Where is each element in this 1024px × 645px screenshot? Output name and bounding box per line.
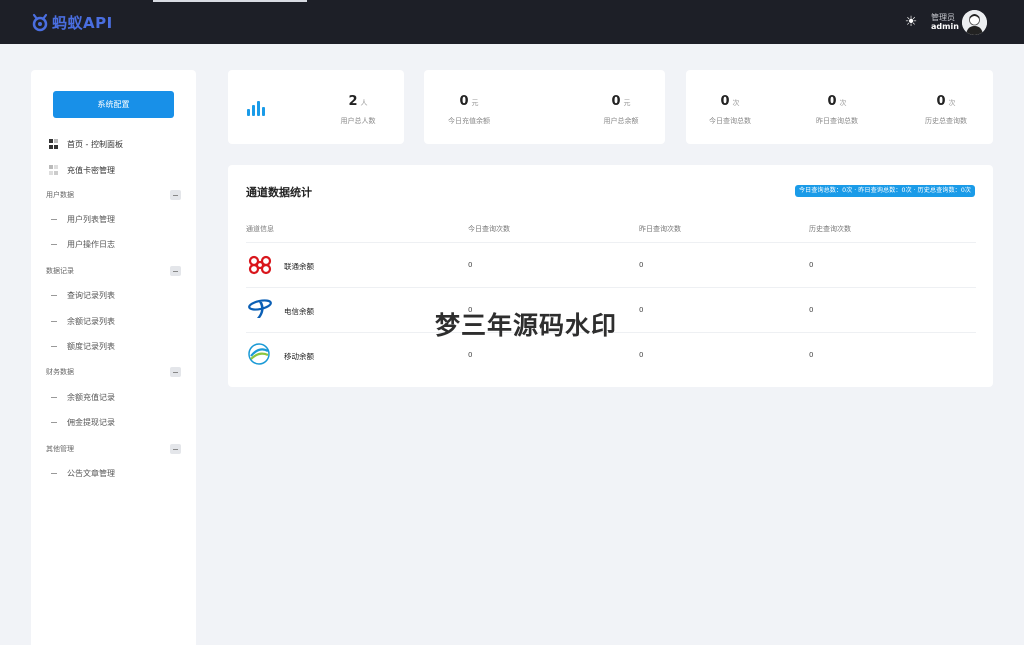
sidebar-item-label: 充值卡密管理 xyxy=(67,165,115,175)
sidebar-group-finance[interactable]: 财务数据 xyxy=(46,366,181,378)
avatar[interactable] xyxy=(962,10,987,35)
channel-name: 联通余额 xyxy=(284,262,314,271)
stat-users: 2人 用户总人数 xyxy=(331,90,385,126)
stat-value: 2 xyxy=(348,94,358,109)
china-mobile-logo-icon xyxy=(248,343,270,365)
sidebar-item-recharge-records[interactable]: 余额充值记录 xyxy=(51,392,115,403)
sidebar-item-withdraw-records[interactable]: 佣金提现记录 xyxy=(51,417,115,428)
logo-text: 蚂蚁API xyxy=(52,13,113,32)
china-telecom-logo-icon xyxy=(248,299,272,318)
sidebar-item-recharge-cards[interactable]: 充值卡密管理 xyxy=(49,163,115,177)
stat-value: 0 xyxy=(459,94,469,109)
ant-logo-icon xyxy=(32,13,48,32)
sidebar-item-label: 用户操作日志 xyxy=(67,240,115,249)
top-navbar: 蚂蚁API ☀ 管理员 admin xyxy=(0,0,1024,44)
stat-unit: 元 xyxy=(471,99,479,107)
sidebar-item-query-records[interactable]: 查询记录列表 xyxy=(51,290,115,301)
stat-unit: 次 xyxy=(839,99,847,107)
stat-today-queries: 0次 今日查询总数 xyxy=(700,90,760,126)
sidebar-item-balance-records[interactable]: 余额记录列表 xyxy=(51,316,115,327)
dashboard-icon xyxy=(49,139,59,149)
user-count-card: 2人 用户总人数 xyxy=(228,70,404,144)
stat-unit: 次 xyxy=(948,99,956,107)
sidebar-group-user-data[interactable]: 用户数据 xyxy=(46,189,181,201)
history-count: 0 xyxy=(809,351,814,359)
stat-label: 用户总人数 xyxy=(340,117,376,125)
stat-label: 历史总查询数 xyxy=(925,117,967,125)
stat-label: 今日充值余额 xyxy=(448,117,490,125)
sidebar-item-label: 余额充值记录 xyxy=(67,393,115,402)
divider xyxy=(246,287,976,288)
panel-title: 通道数据统计 xyxy=(246,186,312,199)
stat-value: 0 xyxy=(611,94,621,109)
today-count: 0 xyxy=(468,351,473,359)
sidebar-group-other[interactable]: 其他管理 xyxy=(46,443,181,455)
stat-label: 今日查询总数 xyxy=(709,117,751,125)
stat-unit: 次 xyxy=(732,99,740,107)
sidebar-item-label: 首页 - 控制面板 xyxy=(67,139,123,149)
sidebar-item-dashboard[interactable]: 首页 - 控制面板 xyxy=(49,137,123,151)
sidebar-item-label: 佣金提现记录 xyxy=(67,418,115,427)
system-config-button[interactable]: 系统配置 xyxy=(53,91,174,118)
history-count: 0 xyxy=(809,261,814,269)
column-header: 历史查询次数 xyxy=(809,225,851,233)
group-label: 用户数据 xyxy=(46,191,74,199)
sidebar-item-label: 用户列表管理 xyxy=(67,215,115,224)
sidebar: 系统配置 首页 - 控制面板 充值卡密管理 用户数据 用户列表管理 用户操作日志… xyxy=(31,70,196,645)
theme-toggle-sun-icon[interactable]: ☀ xyxy=(903,14,919,30)
sidebar-group-data-records[interactable]: 数据记录 xyxy=(46,265,181,277)
app-logo[interactable]: 蚂蚁API xyxy=(30,11,113,33)
group-label: 数据记录 xyxy=(46,267,74,275)
group-label: 其他管理 xyxy=(46,445,74,453)
collapse-icon[interactable] xyxy=(170,444,181,454)
sidebar-item-label: 查询记录列表 xyxy=(67,291,115,300)
sidebar-item-label: 公告文章管理 xyxy=(67,469,115,478)
sidebar-item-label: 余额记录列表 xyxy=(67,317,115,326)
sidebar-item-label: 额度记录列表 xyxy=(67,342,115,351)
column-header: 今日查询次数 xyxy=(468,225,510,233)
yesterday-count: 0 xyxy=(639,351,644,359)
stat-user-balance: 0元 用户总余额 xyxy=(589,90,653,126)
collapse-icon[interactable] xyxy=(170,367,181,377)
collapse-icon[interactable] xyxy=(170,190,181,200)
watermark: 梦三年源码水印 xyxy=(435,311,618,340)
sidebar-item-announcements[interactable]: 公告文章管理 xyxy=(51,468,115,479)
stat-value: 0 xyxy=(827,94,837,109)
channel-name: 移动余额 xyxy=(284,352,314,361)
yesterday-count: 0 xyxy=(639,306,644,314)
summary-badge: 今日查询总数：0次 · 昨日查询总数：0次 · 历史总查询数：0次 xyxy=(794,185,975,197)
bar-chart-icon xyxy=(247,101,265,116)
china-unicom-logo-icon xyxy=(248,255,272,275)
stat-value: 0 xyxy=(936,94,946,109)
query-count-card: 0次 今日查询总数 0次 昨日查询总数 0次 历史总查询数 xyxy=(686,70,993,144)
collapse-icon[interactable] xyxy=(170,266,181,276)
stat-unit: 元 xyxy=(623,99,631,107)
stat-label: 用户总余额 xyxy=(603,117,639,125)
stat-value: 0 xyxy=(720,94,730,109)
tab-indicator xyxy=(153,0,307,2)
sidebar-item-user-list[interactable]: 用户列表管理 xyxy=(51,214,115,225)
history-count: 0 xyxy=(809,306,814,314)
column-header: 昨日查询次数 xyxy=(639,225,681,233)
stat-label: 昨日查询总数 xyxy=(816,117,858,125)
stat-history-queries: 0次 历史总查询数 xyxy=(914,90,978,126)
sidebar-item-quota-records[interactable]: 额度记录列表 xyxy=(51,341,115,352)
group-label: 财务数据 xyxy=(46,368,74,376)
sidebar-item-user-log[interactable]: 用户操作日志 xyxy=(51,239,115,250)
channel-name: 电信余额 xyxy=(284,307,314,316)
divider xyxy=(246,242,976,243)
user-name: admin xyxy=(931,22,959,31)
today-count: 0 xyxy=(468,261,473,269)
balance-card: 0元 今日充值余额 0元 用户总余额 xyxy=(424,70,665,144)
stat-unit: 人 xyxy=(360,99,368,107)
stat-yesterday-queries: 0次 昨日查询总数 xyxy=(807,90,867,126)
avatar-person-icon xyxy=(962,10,987,35)
channel-stats-panel: 通道数据统计 今日查询总数：0次 · 昨日查询总数：0次 · 历史总查询数：0次… xyxy=(228,165,993,387)
column-header: 通道信息 xyxy=(246,225,274,233)
stat-today-recharge: 0元 今日充值余额 xyxy=(434,90,504,126)
card-icon xyxy=(49,165,59,175)
yesterday-count: 0 xyxy=(639,261,644,269)
